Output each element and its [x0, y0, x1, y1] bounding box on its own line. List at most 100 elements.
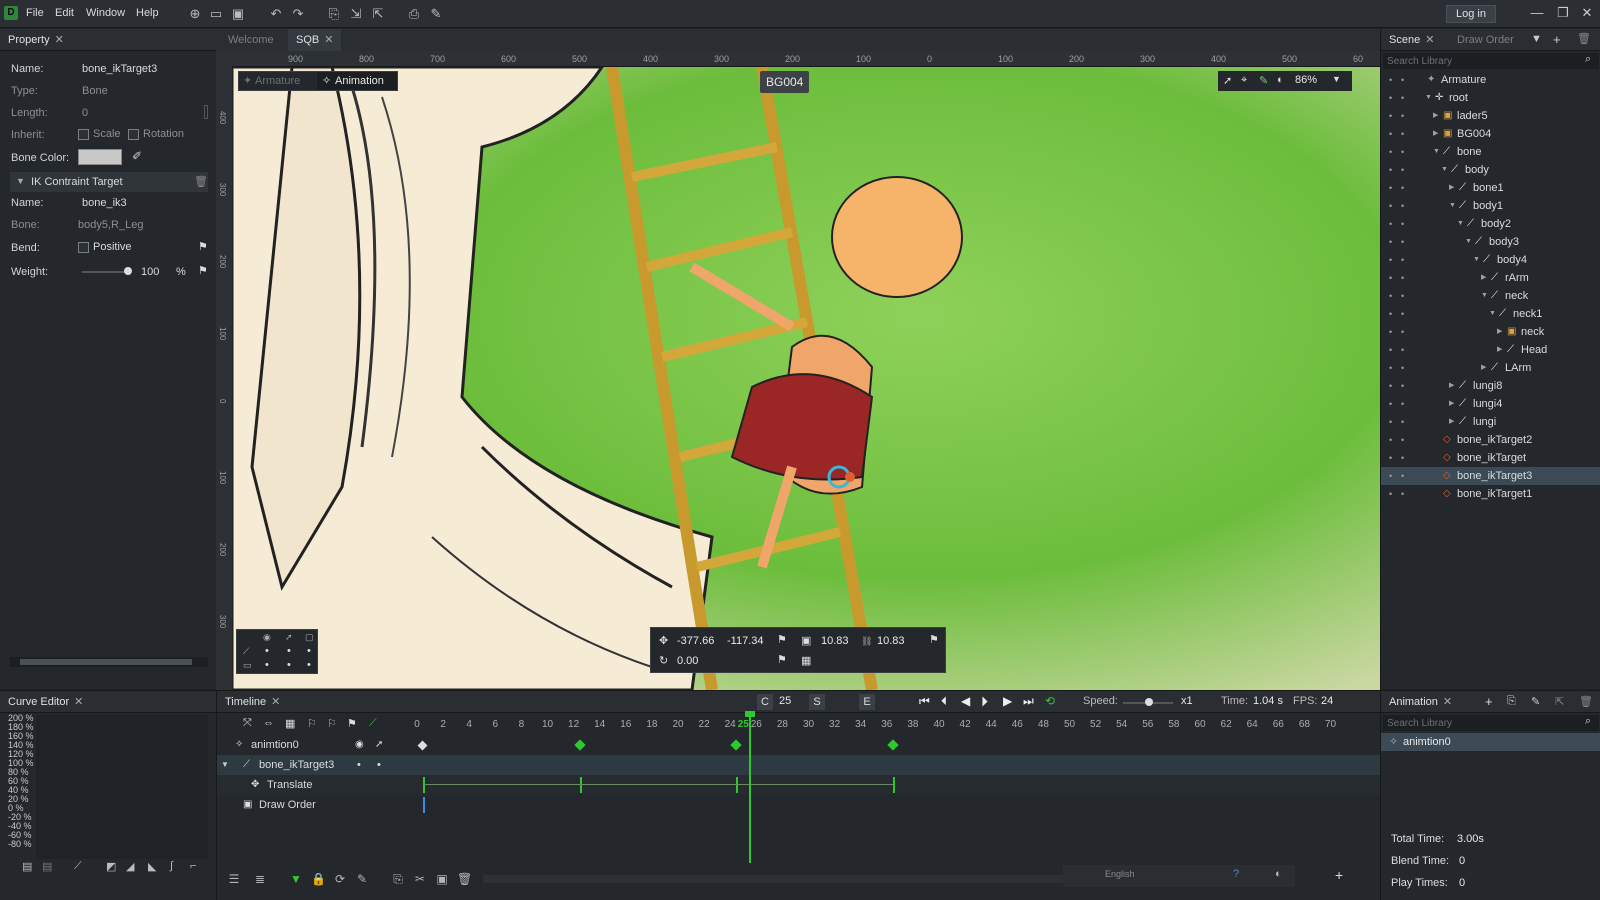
lock-toggle[interactable]: •: [1401, 359, 1404, 377]
minimize-icon[interactable]: —: [1528, 4, 1546, 22]
lock-toggle[interactable]: •: [1401, 251, 1404, 269]
close-window-icon[interactable]: ✕: [1578, 4, 1596, 22]
bone-tool-icon[interactable]: ⌖: [1241, 74, 1247, 87]
keyframe[interactable]: [423, 797, 425, 813]
lock-toggle[interactable]: •: [1401, 215, 1404, 233]
add-icon[interactable]: +: [1485, 694, 1493, 709]
chevron-right-icon[interactable]: ▶: [1433, 107, 1438, 125]
toggle-icon[interactable]: ◐: [1275, 868, 1282, 880]
publish-icon[interactable]: ⎙: [406, 6, 422, 22]
frame-ruler[interactable]: 0 2 4 6 8 10 12 14 16 18 20 22 24 25 26 28 30 32 34 36 38 40 4…: [414, 691, 1347, 735]
lock-toggle[interactable]: •: [1401, 89, 1404, 107]
list-icon[interactable]: ☰: [227, 872, 241, 886]
bend-positive-checkbox[interactable]: Positive: [78, 241, 132, 253]
close-icon[interactable]: ✕: [324, 34, 333, 46]
trash-icon[interactable]: 🗑: [457, 872, 472, 886]
flag-icon[interactable]: ⚑: [777, 633, 787, 646]
key-rotate-icon[interactable]: ⚐: [327, 717, 337, 730]
blend-time-field[interactable]: 0: [1459, 855, 1465, 867]
lock-toggle[interactable]: •: [1401, 305, 1404, 323]
scene-search-input[interactable]: [1383, 53, 1599, 69]
lock-toggle[interactable]: •: [1401, 107, 1404, 125]
flag-icon[interactable]: ⚑: [198, 240, 208, 253]
chevron-down-icon[interactable]: ▼: [1489, 305, 1496, 323]
tree-item-lader5[interactable]: • • ▶ ▣ lader5: [1381, 107, 1600, 125]
lock-toggle[interactable]: •: [1401, 125, 1404, 143]
tree-item-body3[interactable]: • • ▼ ⟋ body3: [1381, 233, 1600, 251]
tree-item-body4[interactable]: • • ▼ ⟋ body4: [1381, 251, 1600, 269]
position-y-field[interactable]: -117.34: [727, 635, 764, 647]
tree-item-lungi8[interactable]: • • ▶ ⟋ lungi8: [1381, 377, 1600, 395]
key-translate-icon[interactable]: ⚐: [307, 717, 317, 730]
chevron-right-icon[interactable]: ▶: [1497, 323, 1502, 341]
visibility-toggle[interactable]: •: [1389, 125, 1392, 143]
visibility-toggle[interactable]: •: [1389, 377, 1392, 395]
timeline-track[interactable]: ▣ Draw Order: [217, 795, 1381, 815]
tree-item-bg004[interactable]: • • ▶ ▣ BG004: [1381, 125, 1600, 143]
lock-toggle[interactable]: •: [1401, 269, 1404, 287]
visibility-toggle[interactable]: •: [1389, 251, 1392, 269]
sync-icon[interactable]: ⟳: [333, 872, 347, 886]
curve-linear-icon[interactable]: ▤: [22, 860, 32, 873]
close-icon[interactable]: ✕: [1425, 34, 1434, 46]
tree-item-lungi[interactable]: • • ▶ ⟋ lungi: [1381, 413, 1600, 431]
chevron-down-icon[interactable]: ▼: [1465, 233, 1472, 251]
export-icon[interactable]: ⇱: [370, 6, 386, 22]
tree-item-rarm[interactable]: • • ▶ ⟋ rArm: [1381, 269, 1600, 287]
chevron-down-icon[interactable]: ▼: [1332, 74, 1341, 84]
key-scale-icon[interactable]: ⚑: [347, 717, 357, 730]
chevron-down-icon[interactable]: ▼: [1433, 143, 1440, 161]
open-folder-icon[interactable]: ▭: [208, 6, 224, 22]
lock-toggle[interactable]: •: [1401, 431, 1404, 449]
ease-in-icon[interactable]: ◢: [126, 860, 134, 873]
help-icon[interactable]: ?: [1233, 868, 1239, 880]
edit-icon[interactable]: ✎: [428, 6, 444, 22]
close-icon[interactable]: ✕: [271, 696, 280, 708]
animation-list-item[interactable]: ✧ animtion0: [1381, 733, 1600, 751]
ik-name-field[interactable]: bone_ik3: [82, 197, 127, 209]
language-label[interactable]: English: [1105, 869, 1135, 879]
total-time-field[interactable]: 3.00s: [1457, 833, 1484, 845]
copy-icon[interactable]: ⎘: [1507, 695, 1516, 708]
chevron-right-icon[interactable]: ▶: [1449, 377, 1454, 395]
tree-item-body2[interactable]: • • ▼ ⟋ body2: [1381, 215, 1600, 233]
visibility-toggle[interactable]: •: [1389, 413, 1392, 431]
keyframe[interactable]: [579, 777, 582, 793]
tree-item-bone-iktarget[interactable]: • • ◇ bone_ikTarget: [1381, 449, 1600, 467]
ease-icon[interactable]: ◩: [106, 860, 116, 873]
rotation-field[interactable]: 0.00: [677, 655, 698, 667]
chevron-down-icon[interactable]: ▼: [1449, 197, 1456, 215]
visibility-toggle[interactable]: •: [1389, 431, 1392, 449]
tree-list-icon[interactable]: ≣: [253, 872, 267, 886]
tab-timeline[interactable]: Timeline ✕: [217, 691, 288, 713]
visibility-toggle[interactable]: •: [1389, 449, 1392, 467]
key-all-icon[interactable]: ▦: [285, 717, 295, 730]
weight-slider-track[interactable]: [82, 271, 128, 273]
bone-icon[interactable]: ⟋: [243, 646, 249, 657]
chevron-down-icon[interactable]: ▼: [1457, 215, 1464, 233]
playhead-handle[interactable]: [745, 711, 755, 717]
visibility-toggle[interactable]: •: [1389, 107, 1392, 125]
lock-toggle[interactable]: •: [377, 755, 381, 775]
tab-property[interactable]: Property ✕: [0, 29, 72, 51]
name-field[interactable]: bone_ikTarget3: [82, 63, 157, 75]
lock-toggle[interactable]: •: [1401, 179, 1404, 197]
tree-item-neck[interactable]: • • ▶ ▣ neck: [1381, 323, 1600, 341]
keyframe[interactable]: [892, 777, 895, 793]
lock-toggle[interactable]: •: [1401, 449, 1404, 467]
visibility-toggle[interactable]: •: [1389, 323, 1392, 341]
lock-toggle[interactable]: •: [1401, 287, 1404, 305]
eyedropper-icon[interactable]: ✐: [132, 149, 142, 163]
select-icon[interactable]: ➚: [1223, 74, 1232, 87]
new-file-icon[interactable]: ⊕: [187, 6, 203, 22]
visibility-toggle[interactable]: •: [1389, 485, 1392, 503]
timeline-track[interactable]: ✧ animtion0 ◉ ➚: [217, 735, 1381, 755]
horizontal-scrollbar[interactable]: [10, 657, 208, 667]
visibility-toggle[interactable]: •: [1389, 395, 1392, 413]
visibility-toggle[interactable]: •: [1389, 305, 1392, 323]
redo-icon[interactable]: ↷: [290, 6, 306, 22]
tree-item-neck[interactable]: • • ▼ ⟋ neck: [1381, 287, 1600, 305]
chevron-right-icon[interactable]: ▶: [1449, 179, 1454, 197]
menu-edit[interactable]: Edit: [55, 7, 74, 19]
scrollbar-thumb[interactable]: [20, 659, 192, 665]
